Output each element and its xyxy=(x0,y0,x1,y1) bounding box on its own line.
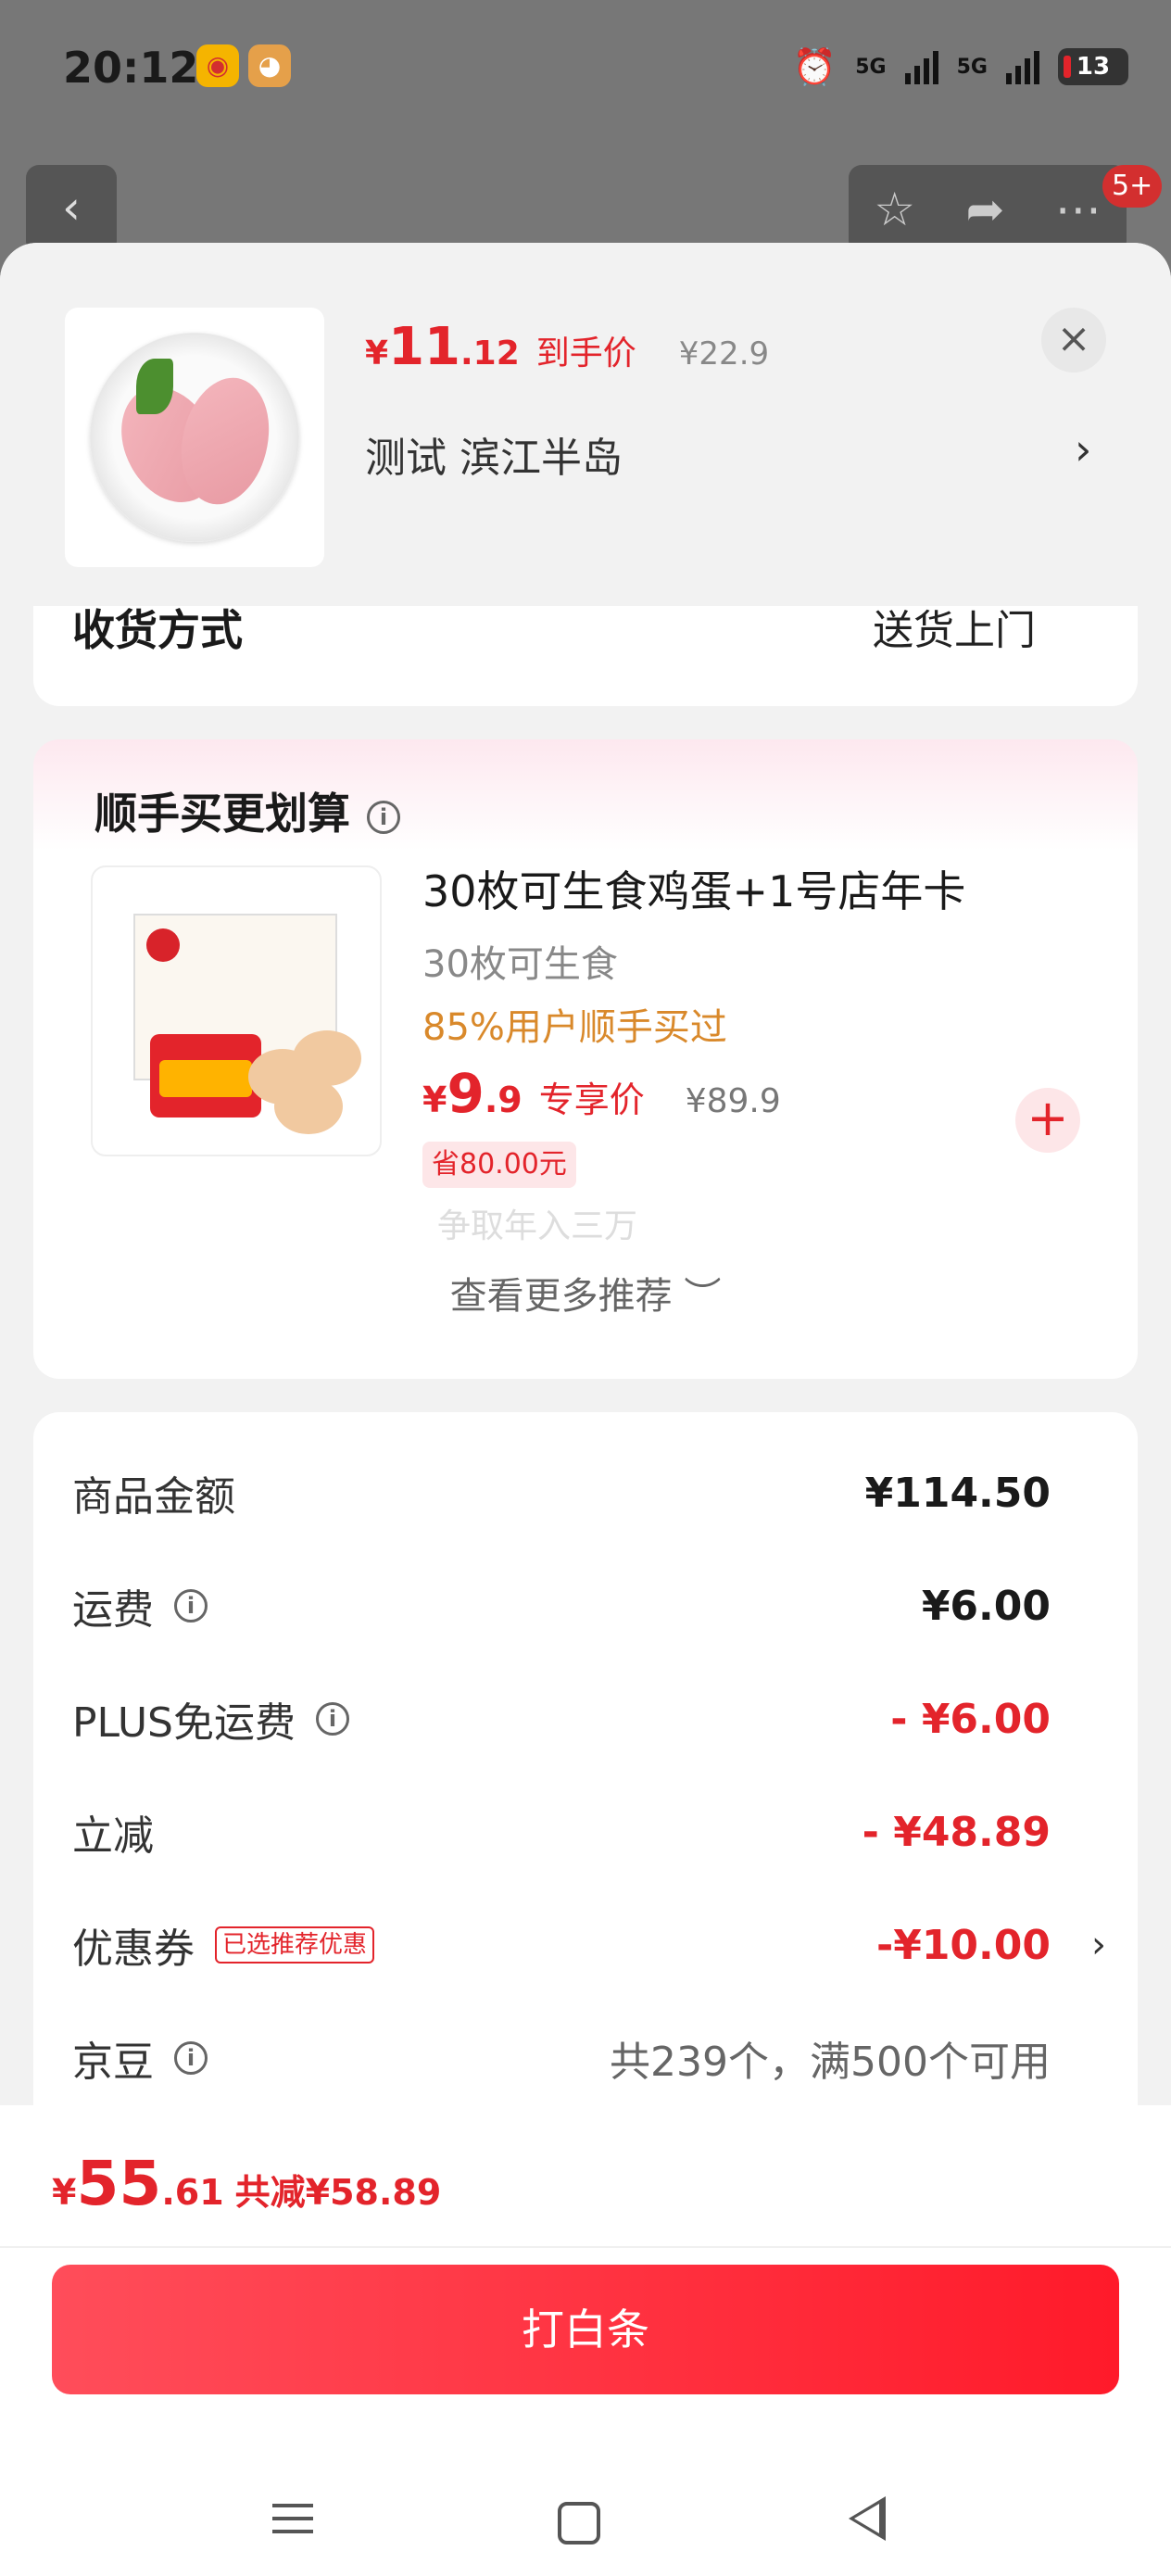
fee-value: ¥6.00 xyxy=(921,1582,1051,1630)
chevron-right-icon[interactable]: › xyxy=(1075,424,1091,474)
fee-label-group: 运费 i xyxy=(72,1576,208,1635)
recommendation-title-text: 顺手买更划算 xyxy=(94,789,350,839)
signal-5g-label-2: 5G xyxy=(956,55,988,79)
price-currency: ¥ xyxy=(422,1080,447,1120)
total-discount: 共减¥58.89 xyxy=(234,2172,442,2213)
chicken-breast-image xyxy=(90,333,299,542)
price-currency: ¥ xyxy=(365,335,389,373)
recommendation-card: 顺手买更划算 i 30枚可生食鸡蛋+1号店年卡 30枚可生食 85%用户顺手买过 … xyxy=(33,739,1138,1379)
fee-row-instant-discount: 立减 - ¥48.89 xyxy=(72,1799,1091,1864)
signal-bars-icon xyxy=(904,49,938,84)
pay-with-baitiao-button[interactable]: 打白条 xyxy=(52,2265,1119,2394)
price-decimal: .12 xyxy=(460,335,520,373)
recommended-product-name[interactable]: 30枚可生食鸡蛋+1号店年卡 xyxy=(422,858,965,919)
fee-label: 立减 xyxy=(72,1812,154,1860)
member-card-image xyxy=(150,1034,261,1118)
recommended-product-thumbnail[interactable] xyxy=(91,865,382,1156)
background-back-button: ‹ xyxy=(26,165,117,254)
status-time: 20:12 xyxy=(63,43,199,93)
coupon-tag: 已选推荐优惠 xyxy=(215,1926,375,1964)
total-decimal: .61 xyxy=(161,2172,224,2213)
total-integer: 55 xyxy=(76,2148,162,2219)
recommendation-title: 顺手买更划算 i xyxy=(94,780,400,841)
battery-indicator: 13 xyxy=(1058,48,1128,85)
brand-logo-image xyxy=(146,928,180,962)
price-integer: 9 xyxy=(447,1062,485,1125)
delivery-address[interactable]: 测试 滨江半岛 xyxy=(365,424,623,484)
signal-bars-icon xyxy=(1006,49,1039,84)
fee-value: 共239个，满500个可用 xyxy=(610,2039,1051,2086)
fee-row-jingdou[interactable]: 京豆 i 共239个，满500个可用 xyxy=(72,2026,1091,2090)
price-tag: 到手价 xyxy=(535,335,636,373)
original-price: ¥89.9 xyxy=(685,1082,781,1120)
divider xyxy=(0,2246,1171,2248)
signal-5g-label-1: 5G xyxy=(855,55,887,79)
fee-label: 商品金额 xyxy=(72,1473,235,1521)
system-navigation-bar xyxy=(0,2476,1171,2576)
fee-row-goods: 商品金额 ¥114.50 xyxy=(72,1460,1091,1525)
fee-row-plus-free-shipping: PLUS免运费 i - ¥6.00 xyxy=(72,1686,1091,1751)
add-to-order-button[interactable]: + xyxy=(1015,1088,1080,1153)
fee-row-shipping: 运费 i ¥6.00 xyxy=(72,1573,1091,1638)
fee-label: 优惠券 xyxy=(72,1926,195,1973)
product-price: ¥ 11 .12 到手价 ¥22.9 xyxy=(365,317,769,377)
fee-label: 京豆 xyxy=(72,2039,154,2086)
fee-row-coupon[interactable]: 优惠券 已选推荐优惠 -¥10.00 › xyxy=(72,1913,1106,1977)
fee-label-group: PLUS免运费 i xyxy=(72,1689,349,1749)
fee-value: - ¥48.89 xyxy=(862,1808,1051,1856)
fee-label: PLUS免运费 xyxy=(72,1699,296,1747)
more-icon: ⋯ xyxy=(1054,183,1102,236)
original-price: ¥22.9 xyxy=(678,335,770,373)
menu-icon[interactable] xyxy=(265,2494,321,2550)
fee-value: -¥10.00 xyxy=(875,1921,1051,1969)
info-icon[interactable]: i xyxy=(174,2041,208,2075)
price-decimal: .9 xyxy=(484,1080,523,1120)
fee-value: ¥114.50 xyxy=(864,1469,1051,1517)
price-integer: 11 xyxy=(388,317,460,377)
status-icons: ⏰ 5G 5G 13 xyxy=(793,44,1128,89)
checkout-sheet: ¥ 11 .12 到手价 ¥22.9 测试 滨江半岛 › × 收货方式 送货上门… xyxy=(0,243,1171,2576)
egg-image xyxy=(293,1030,361,1086)
fee-label: 运费 xyxy=(72,1586,154,1634)
battery-level: 13 xyxy=(1076,53,1111,81)
recommended-product-subtitle: 30枚可生食 xyxy=(422,943,618,986)
total-price: ¥ 55 .61 共减¥58.89 xyxy=(52,2148,441,2219)
recommended-product-buyers: 85%用户顺手买过 xyxy=(422,1006,727,1049)
checkout-footer: ¥ 55 .61 共减¥58.89 打白条 xyxy=(0,2105,1171,2576)
status-bar: 20:12 ◉ ◕ ⏰ 5G 5G 13 xyxy=(0,0,1171,139)
fee-value: - ¥6.00 xyxy=(890,1695,1051,1743)
product-thumbnail[interactable] xyxy=(65,308,324,567)
info-icon[interactable]: i xyxy=(316,1702,349,1736)
background-actions: ☆ ➦ ⋯ xyxy=(849,165,1127,254)
egg-image xyxy=(274,1079,343,1134)
faded-text: 争取年入三万 xyxy=(437,1207,638,1245)
info-icon[interactable]: i xyxy=(174,1589,208,1623)
star-icon: ☆ xyxy=(874,183,916,236)
chevron-right-icon[interactable]: › xyxy=(1091,1924,1106,1966)
recommended-product-price: ¥ 9 .9 专享价 ¥89.9 xyxy=(422,1062,781,1125)
close-button[interactable]: × xyxy=(1041,308,1106,373)
weibo-app-icon: ◉ xyxy=(196,44,239,87)
message-badge: 5+ xyxy=(1102,165,1163,208)
sheet-header: ¥ 11 .12 到手价 ¥22.9 测试 滨江半岛 › × xyxy=(0,243,1171,606)
fee-label-group: 优惠券 已选推荐优惠 xyxy=(72,1915,375,1975)
view-more-recommendations[interactable]: 查看更多推荐 ︶ xyxy=(33,1266,1138,1320)
total-currency: ¥ xyxy=(52,2172,77,2213)
savings-badge: 省80.00元 xyxy=(422,1142,576,1188)
home-icon[interactable] xyxy=(558,2502,600,2544)
share-icon: ➦ xyxy=(965,183,1005,236)
price-tag: 专享价 xyxy=(538,1080,645,1120)
alarm-icon: ⏰ xyxy=(792,45,837,87)
fee-label-group: 京豆 i xyxy=(72,2028,208,2088)
info-icon[interactable]: i xyxy=(367,800,400,834)
notification-app-icon: ◕ xyxy=(248,44,291,87)
back-triangle-icon[interactable] xyxy=(849,2496,886,2541)
